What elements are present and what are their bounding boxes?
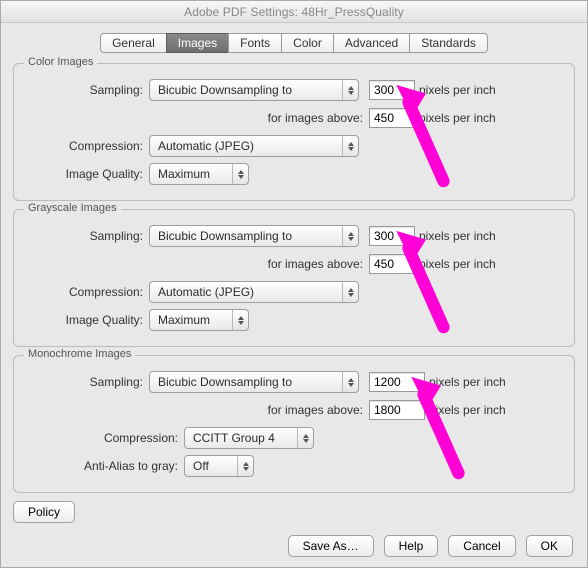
- policy-button[interactable]: Policy: [13, 501, 75, 523]
- gray-above-suffix: pixels per inch: [415, 257, 500, 271]
- gray-sampling-value: Bicubic Downsampling to: [158, 229, 292, 243]
- color-above-suffix: pixels per inch: [415, 111, 500, 125]
- gray-sampling-select[interactable]: Bicubic Downsampling to: [149, 225, 359, 247]
- color-compression-label: Compression:: [24, 139, 149, 153]
- stepper-icon: [342, 282, 358, 302]
- stepper-icon: [232, 164, 248, 184]
- gray-ppi-input[interactable]: [369, 226, 415, 246]
- mono-aa-label: Anti-Alias to gray:: [24, 459, 184, 473]
- mono-sampling-select[interactable]: Bicubic Downsampling to: [149, 371, 359, 393]
- dialog-footer: Save As… Help Cancel OK: [288, 535, 573, 557]
- color-sampling-select[interactable]: Bicubic Downsampling to: [149, 79, 359, 101]
- color-above-label: for images above:: [267, 111, 369, 125]
- stepper-icon: [342, 80, 358, 100]
- gray-compression-select[interactable]: Automatic (JPEG): [149, 281, 359, 303]
- gray-quality-value: Maximum: [158, 313, 210, 327]
- color-compression-select[interactable]: Automatic (JPEG): [149, 135, 359, 157]
- stepper-icon: [342, 136, 358, 156]
- color-quality-value: Maximum: [158, 167, 210, 181]
- color-ppi-input[interactable]: [369, 80, 415, 100]
- mono-above-input[interactable]: [369, 400, 425, 420]
- ok-button[interactable]: OK: [526, 535, 573, 557]
- gray-quality-select[interactable]: Maximum: [149, 309, 249, 331]
- color-compression-value: Automatic (JPEG): [158, 139, 254, 153]
- mono-compression-label: Compression:: [24, 431, 184, 445]
- pdf-settings-window: Adobe PDF Settings: 48Hr_PressQuality Ge…: [0, 0, 588, 568]
- mono-above-label: for images above:: [267, 403, 369, 417]
- color-ppi-suffix: pixels per inch: [415, 83, 500, 97]
- gray-above-input[interactable]: [369, 254, 415, 274]
- group-color-images: Color Images Sampling: Bicubic Downsampl…: [13, 63, 575, 201]
- mono-aa-select[interactable]: Off: [184, 455, 254, 477]
- color-above-input[interactable]: [369, 108, 415, 128]
- gray-compression-value: Automatic (JPEG): [158, 285, 254, 299]
- tab-color[interactable]: Color: [281, 33, 334, 53]
- tab-fonts[interactable]: Fonts: [228, 33, 282, 53]
- stepper-icon: [232, 310, 248, 330]
- stepper-icon: [237, 456, 253, 476]
- color-sampling-value: Bicubic Downsampling to: [158, 83, 292, 97]
- group-title-gray: Grayscale Images: [24, 202, 121, 214]
- mono-compression-select[interactable]: CCITT Group 4: [184, 427, 314, 449]
- gray-above-label: for images above:: [267, 257, 369, 271]
- color-quality-label: Image Quality:: [24, 167, 149, 181]
- mono-sampling-value: Bicubic Downsampling to: [158, 375, 292, 389]
- group-grayscale-images: Grayscale Images Sampling: Bicubic Downs…: [13, 209, 575, 347]
- tab-bar: General Images Fonts Color Advanced Stan…: [1, 33, 587, 53]
- mono-ppi-suffix: pixels per inch: [425, 375, 510, 389]
- group-title-color: Color Images: [24, 56, 97, 68]
- group-monochrome-images: Monochrome Images Sampling: Bicubic Down…: [13, 355, 575, 493]
- stepper-icon: [342, 226, 358, 246]
- tab-general[interactable]: General: [100, 33, 167, 53]
- gray-compression-label: Compression:: [24, 285, 149, 299]
- mono-ppi-input[interactable]: [369, 372, 425, 392]
- save-as-button[interactable]: Save As…: [288, 535, 374, 557]
- mono-sampling-label: Sampling:: [24, 375, 149, 389]
- help-button[interactable]: Help: [384, 535, 439, 557]
- window-title: Adobe PDF Settings: 48Hr_PressQuality: [1, 1, 587, 23]
- mono-aa-value: Off: [193, 459, 209, 473]
- tab-standards[interactable]: Standards: [409, 33, 488, 53]
- tab-images[interactable]: Images: [166, 33, 229, 53]
- images-panel: Color Images Sampling: Bicubic Downsampl…: [13, 63, 575, 523]
- tab-advanced[interactable]: Advanced: [333, 33, 410, 53]
- mono-compression-value: CCITT Group 4: [193, 431, 275, 445]
- gray-ppi-suffix: pixels per inch: [415, 229, 500, 243]
- stepper-icon: [342, 372, 358, 392]
- cancel-button[interactable]: Cancel: [448, 535, 515, 557]
- gray-quality-label: Image Quality:: [24, 313, 149, 327]
- mono-above-suffix: pixels per inch: [425, 403, 510, 417]
- color-sampling-label: Sampling:: [24, 83, 149, 97]
- stepper-icon: [297, 428, 313, 448]
- gray-sampling-label: Sampling:: [24, 229, 149, 243]
- group-title-mono: Monochrome Images: [24, 348, 135, 360]
- color-quality-select[interactable]: Maximum: [149, 163, 249, 185]
